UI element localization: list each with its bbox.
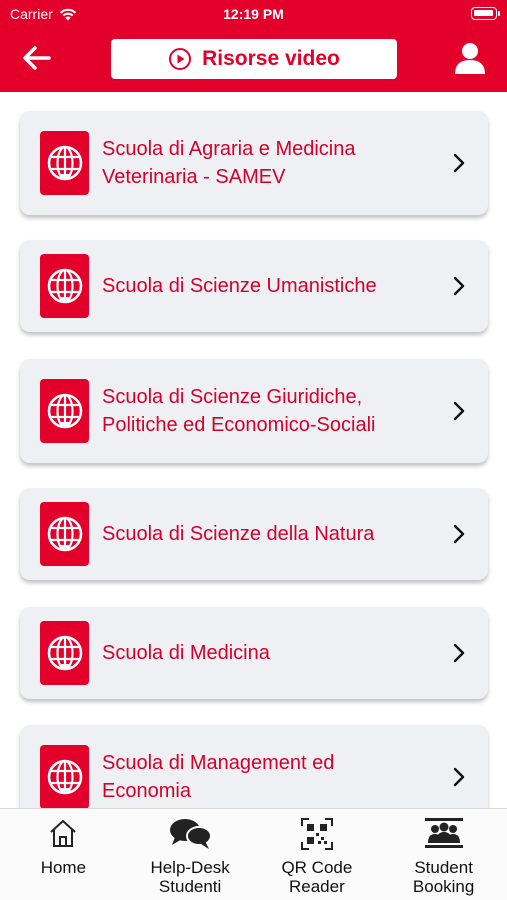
chevron-right-icon — [453, 276, 465, 296]
school-name: Scuola di Scienze Umanistiche — [102, 275, 377, 297]
chevron-right-icon — [453, 153, 465, 173]
globe-icon — [40, 131, 89, 195]
school-name: Scuola di Management ed Economia — [102, 752, 335, 802]
chevron-right-icon — [453, 767, 465, 787]
home-icon — [50, 820, 77, 847]
page-title: Risorse video — [202, 47, 340, 70]
school-item-scienze-umanistiche[interactable]: Scuola di Scienze Umanistiche — [20, 240, 488, 332]
globe-icon — [40, 621, 89, 685]
tab-student-booking[interactable]: Student Booking — [380, 809, 507, 900]
top-bar: Carrier 12:19 PM Risorse video — [0, 0, 507, 92]
user-icon[interactable] — [455, 42, 485, 74]
status-bar: Carrier 12:19 PM — [0, 0, 507, 28]
clock: 12:19 PM — [223, 6, 284, 22]
tab-label: Student Booking — [412, 858, 475, 896]
school-name: Scuola di Scienze Giuridiche, Politiche … — [102, 386, 376, 436]
school-item-samev[interactable]: Scuola di Agraria e Medicina Veterinaria… — [20, 111, 488, 215]
chevron-right-icon — [453, 401, 465, 421]
tab-label: Help-Desk Studenti — [150, 858, 230, 896]
tab-label: QR Code Reader — [281, 858, 353, 896]
play-circle-icon — [169, 48, 192, 70]
globe-icon — [40, 379, 89, 443]
chevron-right-icon — [453, 643, 465, 663]
page-title-pill[interactable]: Risorse video — [111, 39, 397, 79]
tab-help-desk[interactable]: Help-Desk Studenti — [127, 809, 254, 900]
school-item-management-economia[interactable]: Scuola di Management ed Economia — [20, 725, 488, 808]
tab-label: Home — [40, 858, 87, 877]
tab-qr-reader[interactable]: QR Code Reader — [254, 809, 381, 900]
school-item-medicina[interactable]: Scuola di Medicina — [20, 607, 488, 699]
tab-bar: Home Help-Desk Studenti QR Code Reader S… — [0, 808, 507, 900]
globe-icon — [40, 502, 89, 566]
school-list: Scuola di Agraria e Medicina Veterinaria… — [0, 92, 507, 808]
school-name: Scuola di Scienze della Natura — [102, 523, 375, 545]
qr-code-icon — [300, 818, 333, 850]
globe-icon — [40, 254, 89, 318]
chat-bubbles-icon — [170, 819, 213, 849]
battery-icon — [471, 7, 500, 20]
school-name: Scuola di Medicina — [102, 642, 270, 664]
globe-icon — [40, 745, 89, 808]
chevron-right-icon — [453, 524, 465, 544]
school-name: Scuola di Agraria e Medicina Veterinaria… — [102, 138, 356, 188]
back-arrow-icon[interactable] — [22, 44, 52, 72]
school-item-scienze-giuridiche[interactable]: Scuola di Scienze Giuridiche, Politiche … — [20, 359, 488, 463]
tab-home[interactable]: Home — [0, 809, 127, 900]
group-icon — [424, 818, 463, 848]
school-item-scienze-natura[interactable]: Scuola di Scienze della Natura — [20, 488, 488, 580]
